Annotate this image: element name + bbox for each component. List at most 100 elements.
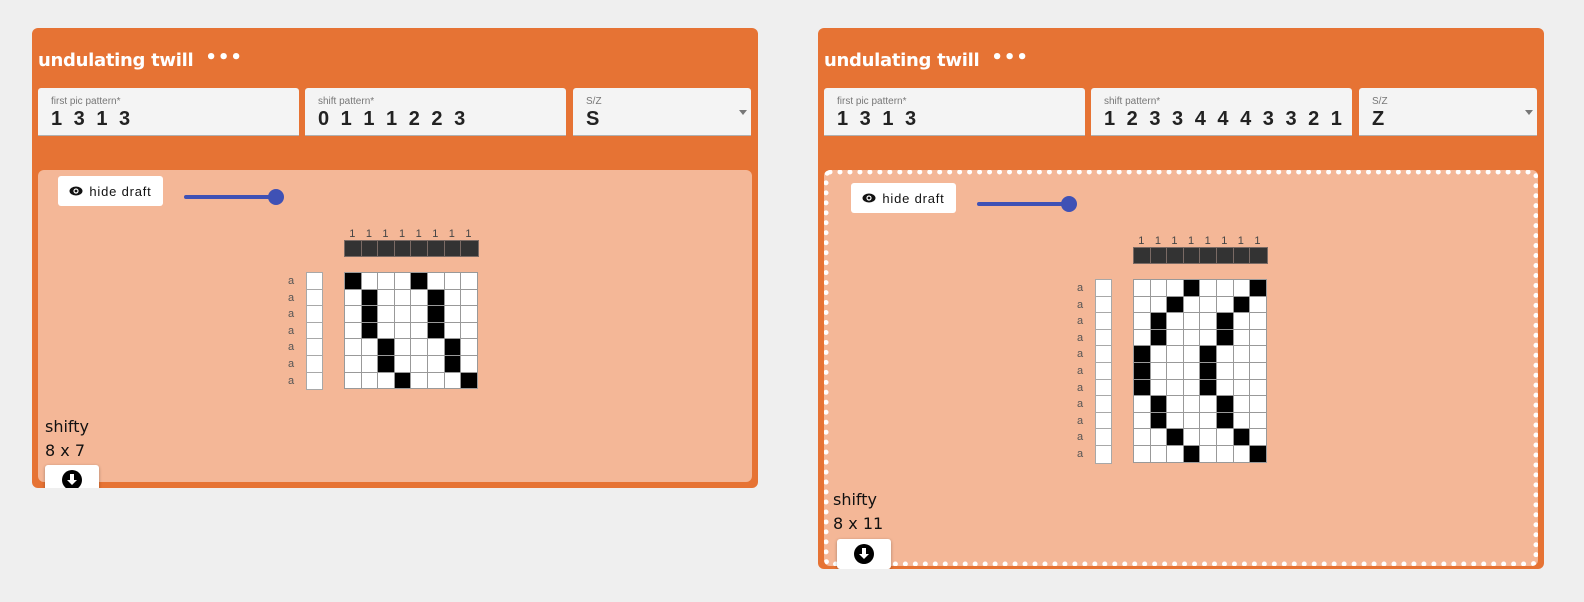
hide-draft-button[interactable]: hide draft: [58, 176, 163, 206]
drawdown-cell[interactable]: [1200, 362, 1216, 379]
drawdown-cell[interactable]: [1167, 396, 1183, 412]
sz-select[interactable]: S/Z Z: [1359, 88, 1537, 136]
threading-cell[interactable]: [378, 241, 395, 256]
drawdown-cell[interactable]: [427, 322, 444, 339]
drawdown-cell[interactable]: [461, 306, 477, 322]
drawdown-cell[interactable]: [1167, 329, 1183, 346]
drawdown-cell[interactable]: [1150, 396, 1167, 412]
drawdown-cell[interactable]: [394, 355, 411, 372]
drawdown-cell[interactable]: [1150, 296, 1167, 313]
drawdown-cell[interactable]: [361, 339, 378, 355]
drawdown-cell[interactable]: [1233, 445, 1250, 462]
drawdown-cell[interactable]: [1200, 280, 1216, 296]
dropdown-arrow-icon[interactable]: [739, 110, 747, 115]
drawdown-cell[interactable]: [345, 306, 361, 322]
hide-draft-button[interactable]: hide draft: [851, 183, 956, 213]
row-material-cell[interactable]: [307, 306, 322, 323]
threading-cell[interactable]: [394, 241, 412, 256]
drawdown-cell[interactable]: [1167, 346, 1183, 362]
drawdown-cell[interactable]: [444, 322, 461, 339]
drawdown-cell[interactable]: [427, 289, 444, 306]
drawdown-cell[interactable]: [461, 372, 477, 389]
download-button[interactable]: [45, 465, 99, 488]
drawdown-cell[interactable]: [1183, 329, 1200, 346]
drawdown-cell[interactable]: [1134, 313, 1150, 329]
drawdown-cell[interactable]: [394, 289, 411, 306]
drawdown-cell[interactable]: [1216, 313, 1233, 329]
field-value[interactable]: 1 3 1 3: [837, 108, 919, 131]
drawdown-cell[interactable]: [1250, 280, 1266, 296]
drawdown-cell[interactable]: [378, 289, 394, 306]
drawdown-cell[interactable]: [1200, 329, 1216, 346]
row-material-cell[interactable]: [1096, 313, 1111, 330]
row-material-cell[interactable]: [1096, 362, 1111, 380]
drawdown-cell[interactable]: [361, 273, 378, 289]
drawdown-cell[interactable]: [444, 289, 461, 306]
drawdown-cell[interactable]: [1183, 412, 1200, 429]
field-value[interactable]: Z: [1372, 108, 1387, 131]
drawdown-cell[interactable]: [1167, 379, 1183, 396]
drawdown-cell[interactable]: [345, 322, 361, 339]
drawdown-cell[interactable]: [461, 339, 477, 355]
threading-cell[interactable]: [1216, 248, 1234, 263]
drawdown-cell[interactable]: [444, 273, 461, 289]
drawdown-cell[interactable]: [1200, 296, 1216, 313]
drawdown-cell[interactable]: [1134, 329, 1150, 346]
drawdown-cell[interactable]: [1183, 445, 1200, 462]
drawdown-cell[interactable]: [1150, 362, 1167, 379]
field-value[interactable]: 0 1 1 1 2 2 3: [318, 108, 468, 131]
drawdown-cell[interactable]: [427, 355, 444, 372]
drawdown-cell[interactable]: [1216, 396, 1233, 412]
drawdown-cell[interactable]: [378, 273, 394, 289]
draft-size-slider[interactable]: [977, 196, 1077, 212]
drawdown-cell[interactable]: [1233, 329, 1250, 346]
drawdown-cell[interactable]: [1250, 313, 1266, 329]
drawdown-cell[interactable]: [427, 306, 444, 322]
drawdown-cell[interactable]: [1183, 362, 1200, 379]
drawdown-cell[interactable]: [345, 355, 361, 372]
row-material-cell[interactable]: [307, 355, 322, 373]
drawdown-cell[interactable]: [361, 289, 378, 306]
drawdown-cell[interactable]: [394, 372, 411, 389]
row-material-cell[interactable]: [1096, 346, 1111, 363]
drawdown-cell[interactable]: [1216, 429, 1233, 445]
drawdown-cell[interactable]: [1250, 296, 1266, 313]
row-material-cell[interactable]: [1096, 445, 1111, 463]
drawdown-cell[interactable]: [1200, 379, 1216, 396]
shift-pattern-field[interactable]: shift pattern* 0 1 1 1 2 2 3: [305, 88, 566, 136]
drawdown-cell[interactable]: [378, 306, 394, 322]
drawdown-cell[interactable]: [1250, 329, 1266, 346]
drawdown-cell[interactable]: [1150, 379, 1167, 396]
drawdown-cell[interactable]: [1150, 329, 1167, 346]
drawdown-cell[interactable]: [1233, 379, 1250, 396]
drawdown-cell[interactable]: [1250, 396, 1266, 412]
drawdown-cell[interactable]: [361, 372, 378, 389]
row-material-cell[interactable]: [307, 289, 322, 307]
drawdown-cell[interactable]: [1167, 412, 1183, 429]
drawdown-cell[interactable]: [427, 273, 444, 289]
drawdown-cell[interactable]: [1200, 412, 1216, 429]
drawdown-cell[interactable]: [1216, 296, 1233, 313]
dropdown-arrow-icon[interactable]: [1525, 110, 1533, 115]
drawdown-cell[interactable]: [361, 306, 378, 322]
threading-cell[interactable]: [1250, 248, 1267, 263]
drawdown-cell[interactable]: [1167, 362, 1183, 379]
drawdown-cell[interactable]: [427, 339, 444, 355]
drawdown-cell[interactable]: [345, 372, 361, 389]
drawdown-cell[interactable]: [1216, 412, 1233, 429]
drawdown-cell[interactable]: [411, 322, 427, 339]
drawdown-cell[interactable]: [394, 273, 411, 289]
drawdown-cell[interactable]: [1183, 379, 1200, 396]
drawdown-cell[interactable]: [1167, 445, 1183, 462]
drawdown-cell[interactable]: [1183, 296, 1200, 313]
drawdown-cell[interactable]: [1233, 280, 1250, 296]
drawdown-cell[interactable]: [444, 355, 461, 372]
drawdown-cell[interactable]: [1150, 429, 1167, 445]
drawdown-cell[interactable]: [1200, 346, 1216, 362]
drawdown-cell[interactable]: [1167, 429, 1183, 445]
drawdown-cell[interactable]: [1150, 313, 1167, 329]
slider-thumb[interactable]: [268, 189, 284, 205]
row-material-cell[interactable]: [1096, 329, 1111, 347]
drawdown-cell[interactable]: [1134, 412, 1150, 429]
drawdown-cell[interactable]: [1150, 346, 1167, 362]
